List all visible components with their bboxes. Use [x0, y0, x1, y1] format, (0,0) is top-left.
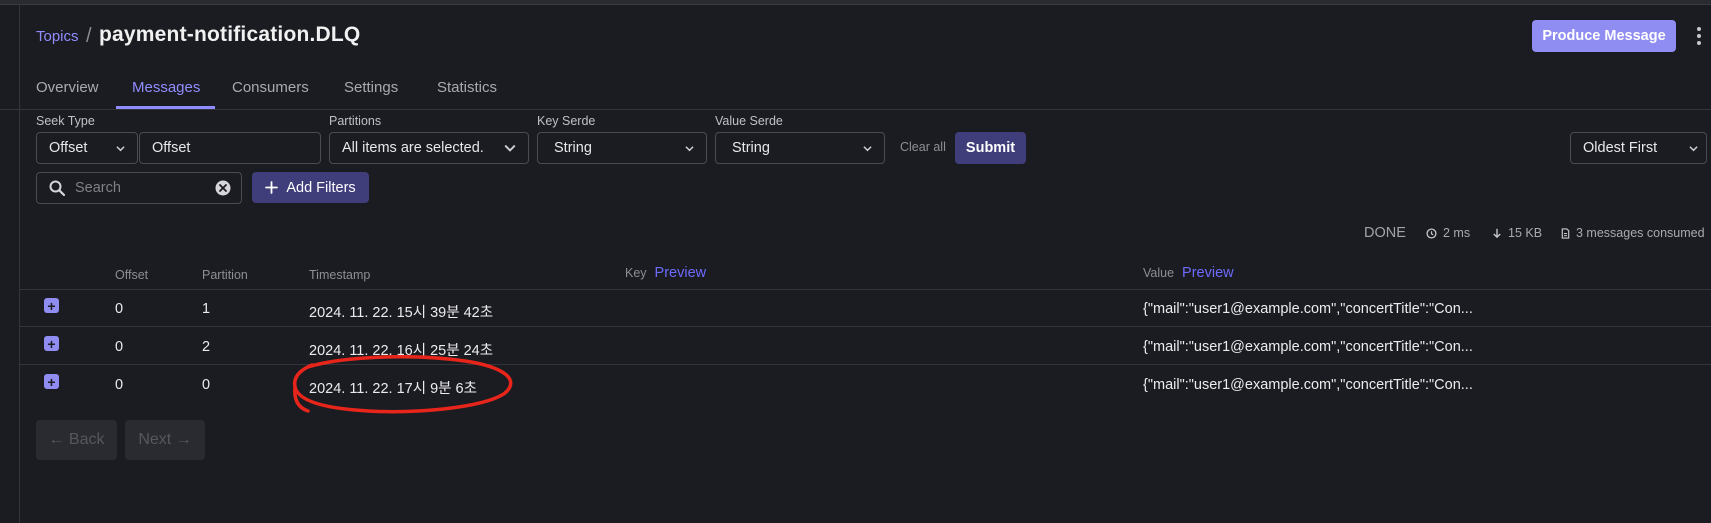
- tab-messages[interactable]: Messages: [132, 79, 200, 96]
- table-row-divider: [20, 326, 1711, 327]
- tab-statistics[interactable]: Statistics: [437, 79, 497, 96]
- column-header-partition: Partition: [202, 268, 248, 282]
- search-box[interactable]: [36, 172, 242, 204]
- add-filters-button[interactable]: Add Filters: [252, 172, 369, 203]
- column-header-offset: Offset: [115, 268, 149, 282]
- table-row-divider: [20, 364, 1711, 365]
- tab-settings[interactable]: Settings: [344, 79, 398, 96]
- clear-search-icon[interactable]: [215, 180, 231, 196]
- breadcrumb-topics-link[interactable]: Topics: [36, 28, 79, 45]
- topic-tabs: Overview Messages Consumers Settings Sta…: [0, 69, 1711, 110]
- plus-icon: [265, 181, 279, 194]
- row-value[interactable]: {"mail":"user1@example.com","concertTitl…: [1143, 301, 1473, 317]
- expand-row-icon[interactable]: +: [44, 374, 59, 389]
- key-serde-value: String: [554, 140, 592, 156]
- table-divider: [20, 289, 1711, 290]
- column-header-key: Key Preview: [625, 265, 706, 281]
- expand-row-icon[interactable]: +: [44, 336, 59, 351]
- key-serde-label: Key Serde: [537, 114, 596, 128]
- chevron-down-icon: [504, 144, 516, 152]
- chevron-down-icon: [685, 145, 694, 151]
- seek-type-label: Seek Type: [36, 114, 95, 128]
- elapsed-stat: 2 ms: [1426, 226, 1470, 240]
- column-header-timestamp: Timestamp: [309, 268, 371, 282]
- key-preview-link[interactable]: Preview: [655, 265, 707, 281]
- row-partition: 1: [202, 301, 211, 317]
- chevron-down-icon: [1689, 145, 1698, 151]
- partitions-value: All items are selected.: [342, 140, 484, 156]
- add-filters-label: Add Filters: [286, 179, 356, 196]
- sort-order-select[interactable]: Oldest First: [1570, 132, 1707, 164]
- row-value[interactable]: {"mail":"user1@example.com","concertTitl…: [1143, 377, 1473, 393]
- chevron-down-icon: [116, 145, 125, 151]
- consumed-value: 3 messages consumed: [1576, 226, 1705, 240]
- partitions-label: Partitions: [329, 114, 382, 128]
- size-stat: 15 KB: [1492, 226, 1542, 240]
- value-serde-select[interactable]: String: [715, 132, 885, 164]
- partitions-select[interactable]: All items are selected.: [329, 132, 529, 164]
- key-serde-select[interactable]: String: [537, 132, 707, 164]
- chevron-down-icon: [863, 145, 872, 151]
- produce-message-button[interactable]: Produce Message: [1532, 20, 1676, 52]
- row-timestamp: 2024. 11. 22. 16시 25분 24초: [309, 343, 494, 359]
- more-vertical-icon[interactable]: [1694, 24, 1704, 48]
- clock-icon: [1426, 227, 1437, 239]
- value-preview-link[interactable]: Preview: [1182, 265, 1234, 281]
- arrow-down-icon: [1493, 228, 1501, 238]
- expand-row-icon[interactable]: +: [44, 298, 59, 313]
- consume-status: DONE: [1364, 225, 1406, 241]
- document-icon: [1561, 227, 1570, 239]
- row-timestamp: 2024. 11. 22. 17시 9분 6초: [309, 381, 477, 397]
- row-offset: 0: [115, 339, 124, 355]
- row-partition: 2: [202, 339, 211, 355]
- seek-offset-input[interactable]: Offset: [139, 132, 321, 164]
- row-timestamp: 2024. 11. 22. 15시 39분 42초: [309, 305, 494, 321]
- value-serde-value: String: [732, 140, 770, 156]
- submit-button[interactable]: Submit: [955, 132, 1026, 164]
- consumed-stat: 3 messages consumed: [1561, 226, 1705, 240]
- tab-consumers[interactable]: Consumers: [232, 79, 309, 96]
- search-input[interactable]: [73, 179, 197, 197]
- seek-offset-value: Offset: [152, 140, 191, 156]
- elapsed-value: 2 ms: [1443, 226, 1471, 240]
- row-partition: 0: [202, 377, 211, 393]
- active-tab-indicator: [116, 106, 215, 109]
- row-value[interactable]: {"mail":"user1@example.com","concertTitl…: [1143, 339, 1473, 355]
- clear-all-button[interactable]: Clear all: [900, 140, 946, 154]
- column-header-value: Value Preview: [1143, 265, 1234, 281]
- tab-overview[interactable]: Overview: [36, 79, 99, 96]
- sort-order-value: Oldest First: [1583, 140, 1658, 156]
- seek-type-value: Offset: [49, 140, 88, 156]
- window-top-border: [0, 0, 1711, 5]
- size-value: 15 KB: [1508, 226, 1543, 240]
- key-header-label: Key: [625, 266, 647, 280]
- value-serde-label: Value Serde: [715, 114, 783, 128]
- next-button[interactable]: Next →: [125, 420, 205, 460]
- back-button[interactable]: ← Back: [36, 420, 117, 460]
- seek-type-select[interactable]: Offset: [36, 132, 138, 164]
- value-header-label: Value: [1143, 266, 1175, 280]
- row-offset: 0: [115, 377, 124, 393]
- row-offset: 0: [115, 301, 124, 317]
- page-title: payment-notification.DLQ: [99, 23, 361, 46]
- search-icon: [49, 180, 65, 196]
- breadcrumb-separator: /: [86, 25, 92, 47]
